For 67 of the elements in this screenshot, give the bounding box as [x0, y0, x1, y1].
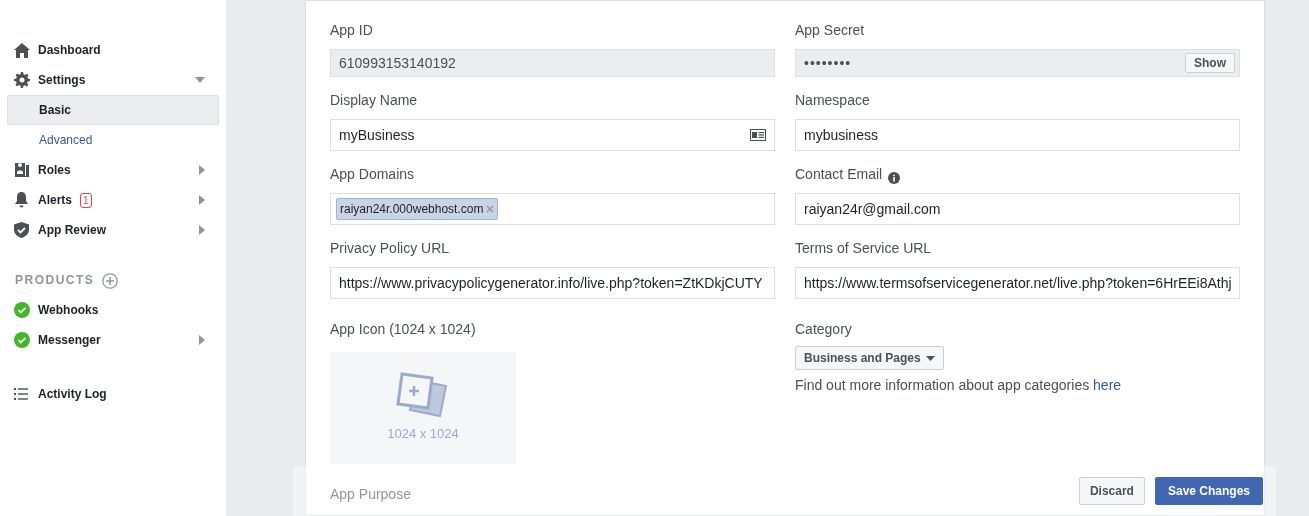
field-label: App Purpose — [330, 486, 411, 502]
field-label: Privacy Policy URL — [330, 239, 450, 258]
info-icon[interactable] — [888, 172, 901, 184]
field-label: App Domains — [330, 165, 415, 184]
field-label: Display Name — [330, 91, 418, 110]
sidebar-item-label: Dashboard — [38, 42, 101, 59]
gear-icon — [14, 72, 30, 88]
photos-icon — [396, 372, 450, 419]
icon-size-caption: 1024 x 1024 — [387, 425, 459, 444]
field-label: Contact Email — [795, 165, 883, 184]
home-icon — [14, 42, 30, 58]
sidebar-item-label: Alerts — [38, 192, 72, 209]
alert-count: 1 — [80, 192, 92, 208]
discard-button[interactable]: Discard — [1078, 477, 1145, 505]
products-heading: PRODUCTS — [15, 272, 95, 289]
sidebar-item[interactable]: App Review — [0, 215, 226, 245]
app-id-field: 610993153140192 — [330, 49, 775, 77]
secret-value: •••••••• — [804, 53, 852, 73]
show-button[interactable]: Show — [1185, 53, 1235, 73]
product-item[interactable]: Webhooks — [0, 295, 226, 325]
field-label: Category — [795, 320, 853, 339]
check-circle-icon — [14, 302, 30, 318]
caret-down-icon — [925, 355, 935, 361]
caret-right-icon — [199, 165, 205, 175]
text-field[interactable]: mybusiness — [795, 119, 1240, 151]
category-dropdown[interactable]: Business and Pages — [795, 346, 944, 370]
bell-icon — [14, 192, 29, 208]
field-label: App Icon (1024 x 1024) — [330, 320, 477, 339]
check-circle-icon — [14, 332, 30, 348]
contact-card-icon — [750, 129, 766, 141]
person-card-icon — [14, 162, 30, 178]
caret-right-icon — [199, 225, 205, 235]
field-label: Terms of Service URL — [795, 239, 932, 258]
add-product-icon[interactable] — [102, 273, 119, 289]
here-link[interactable]: here — [1093, 377, 1122, 393]
product-label: Messenger — [38, 332, 101, 349]
sidebar-item-label: Settings — [38, 72, 86, 89]
sidebar-item-label: App Review — [38, 222, 106, 239]
text-field[interactable]: myBusiness — [330, 119, 775, 151]
product-label: Webhooks — [38, 302, 99, 319]
sidebar-item[interactable]: Roles — [0, 155, 226, 185]
domains-field[interactable]: raiyan24r.000webhost.com — [330, 193, 775, 225]
field-label: App Secret — [795, 21, 865, 40]
category-help-text: Find out more information about app categories here — [795, 376, 1123, 395]
sidebar-item-label: Activity Log — [38, 386, 107, 403]
sidebar-item[interactable]: Activity Log — [0, 379, 226, 409]
list-icon — [14, 388, 28, 400]
field-label: App ID — [330, 21, 373, 40]
sidebar-subitem[interactable]: Basic — [7, 95, 219, 125]
text-field[interactable]: https://www.termsofservicegenerator.net/live.php?token=6HrEEi8Athj — [795, 267, 1240, 299]
sidebar-item[interactable]: Settings — [0, 65, 226, 95]
remove-icon[interactable] — [486, 205, 495, 213]
sidebar-item-label: Roles — [38, 162, 71, 179]
caret-down-icon — [195, 77, 205, 83]
field-label: Namespace — [795, 91, 870, 110]
text-field[interactable]: raiyan24r@gmail.com — [795, 193, 1240, 225]
sidebar-item[interactable]: Alerts 1 — [0, 185, 226, 215]
save-button[interactable]: Save Changes — [1154, 477, 1263, 505]
field-value: myBusiness — [339, 125, 415, 145]
shield-check-icon — [14, 222, 29, 238]
product-item[interactable]: Messenger — [0, 325, 226, 355]
domain-token-text: raiyan24r.000webhost.com — [340, 201, 484, 218]
text-field[interactable]: https://www.privacypolicygenerator.info/live.php?token=ZtKDkjCUTY — [330, 267, 775, 299]
sidebar-subitem[interactable]: Advanced — [7, 125, 219, 155]
sidebar-item[interactable]: Dashboard — [0, 35, 226, 65]
caret-right-icon — [199, 335, 205, 345]
caret-right-icon — [199, 195, 205, 205]
